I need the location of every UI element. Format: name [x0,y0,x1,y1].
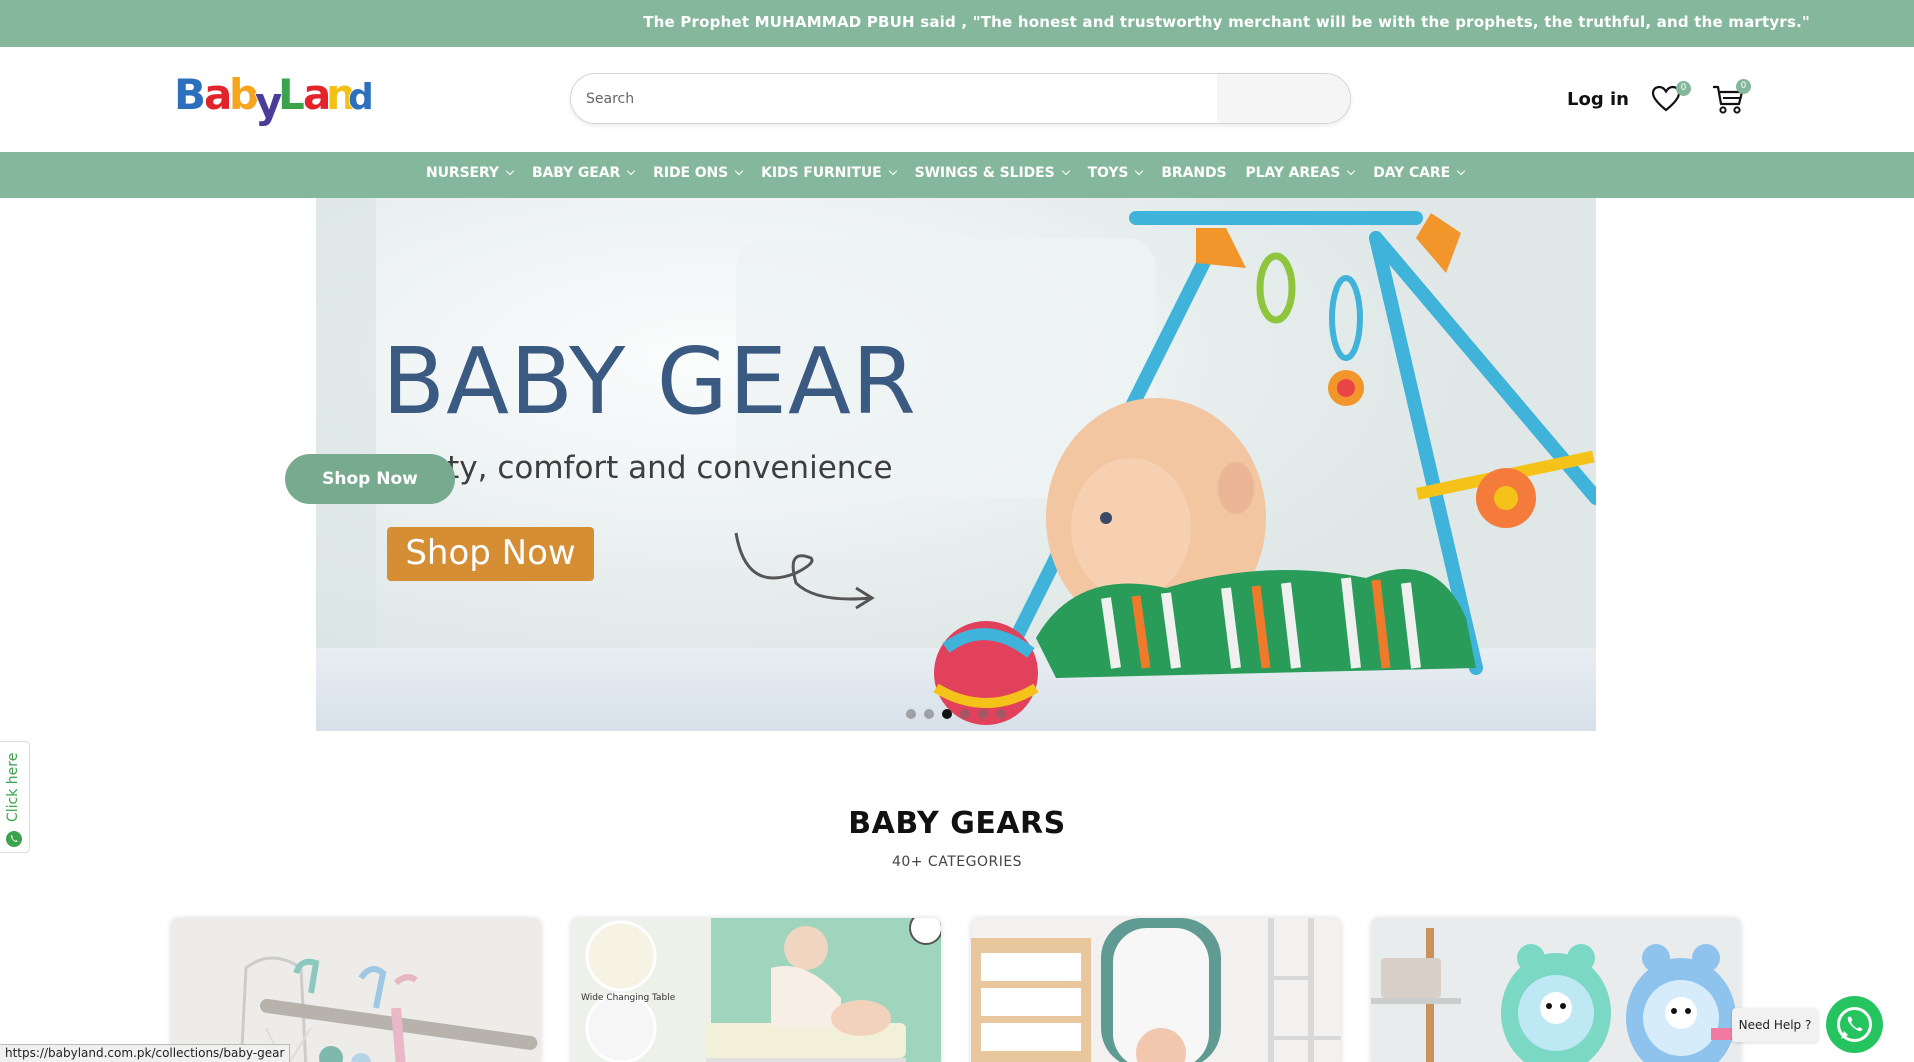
chevron-down-icon [505,166,515,176]
changing-table-caption: Wide Changing Table [581,993,676,1003]
status-bar-url: https://babyland.com.pk/collections/baby… [0,1044,291,1062]
main-navigation: NURSERY BABY GEAR RIDE ONS KIDS FURNITUE SWI… [0,152,1914,198]
chevron-down-icon [1135,166,1144,176]
hero-subtitle: safety, comfort and convenience [382,450,893,486]
svg-text:B: B [174,70,206,119]
slider-dot[interactable] [924,709,934,719]
chevron-down-icon [1061,166,1070,176]
whatsapp-icon [6,831,22,847]
cart-button[interactable]: 0 [1711,79,1751,116]
category-card-baby-bath[interactable] [971,918,1341,1062]
nav-item-label: BRANDS [1161,165,1227,181]
hero-banner[interactable]: BABY GEAR safety, comfort and convenienc… [316,198,1596,731]
nav-item-label: NURSERY [426,165,499,181]
babyland-logo[interactable]: B a b y L a n d [173,65,374,129]
nav-item-swings-slides[interactable]: SWINGS & SLIDES [914,165,1070,181]
section-title: BABY GEARS [848,806,1066,841]
chevron-down-icon [1456,166,1466,176]
nav-item-day-care[interactable]: DAY CARE [1373,165,1466,181]
nav-item-label: DAY CARE [1373,165,1451,181]
category-card-bath-toys[interactable] [1371,918,1741,1062]
chevron-down-icon [1347,166,1356,176]
search-bar[interactable] [570,73,1351,124]
side-tab-label: Click here [5,752,21,822]
bath-toys-image [1371,918,1741,1062]
nav-item-label: RIDE ONS [653,165,729,181]
chevron-down-icon [734,166,744,176]
slider-dot[interactable] [960,709,970,719]
nav-item-nursery[interactable]: NURSERY [426,165,515,181]
hero-shop-now-button[interactable]: Shop Now [387,527,594,581]
nav-item-label: PLAY AREAS [1245,165,1341,181]
nav-item-toys[interactable]: TOYS [1087,165,1144,181]
announcement-bar: The Prophet MUHAMMAD PBUH said , "The ho… [0,0,1914,47]
hero-title: BABY GEAR [382,328,917,435]
nav-item-kids-furnitue[interactable]: KIDS FURNITUE [761,165,897,181]
svg-text:L: L [278,70,305,119]
nav-item-label: BABY GEAR [531,165,621,181]
nav-item-label: KIDS FURNITUE [761,165,882,181]
nav-item-label: TOYS [1087,165,1129,181]
section-subtitle: 40+ CATEGORIES [891,854,1023,870]
whatsapp-icon [1837,1007,1872,1042]
cart-count-badge: 0 [1736,79,1751,94]
slider-dot[interactable] [996,709,1006,719]
login-link[interactable]: Log in [1567,89,1629,110]
nav-item-label: SWINGS & SLIDES [914,165,1055,181]
slider-dot[interactable] [942,709,952,719]
chevron-down-icon [888,166,897,176]
whatsapp-chat-button[interactable] [1826,996,1883,1053]
nav-item-brands[interactable]: BRANDS [1161,165,1226,181]
slider-dot[interactable] [978,709,988,719]
wishlist-count-badge: 0 [1676,81,1691,96]
nav-item-ride-ons[interactable]: RIDE ONS [653,165,744,181]
category-card-changing-table[interactable]: Wide Changing Table [571,918,941,1062]
baby-bath-image [971,918,1341,1062]
search-submit-button[interactable] [1217,74,1350,123]
announcement-text: The Prophet MUHAMMAD PBUH said , "The ho… [643,13,1810,31]
nav-list: NURSERY BABY GEAR RIDE ONS KIDS FURNITUE SWI… [426,165,1483,181]
chevron-down-icon [626,166,636,176]
whatsapp-side-tab[interactable]: Click here [0,741,30,853]
hanging-toys-image [171,918,541,1062]
category-card-hanging-toys[interactable] [171,918,541,1062]
need-help-tooltip[interactable]: Need Help ? [1732,1008,1818,1042]
nav-item-baby-gear[interactable]: BABY GEAR [531,165,636,181]
floating-shop-now-button[interactable]: Shop Now [285,454,455,504]
slider-dot[interactable] [906,709,916,719]
slider-dots [906,709,1014,719]
wishlist-button[interactable]: 0 [1651,81,1691,114]
nav-item-play-areas[interactable]: PLAY AREAS [1245,165,1356,181]
svg-text:d: d [348,77,374,118]
changing-table-image: Wide Changing Table [571,918,941,1062]
site-header: B a b y L a n d Log in 0 0 [0,47,1914,152]
